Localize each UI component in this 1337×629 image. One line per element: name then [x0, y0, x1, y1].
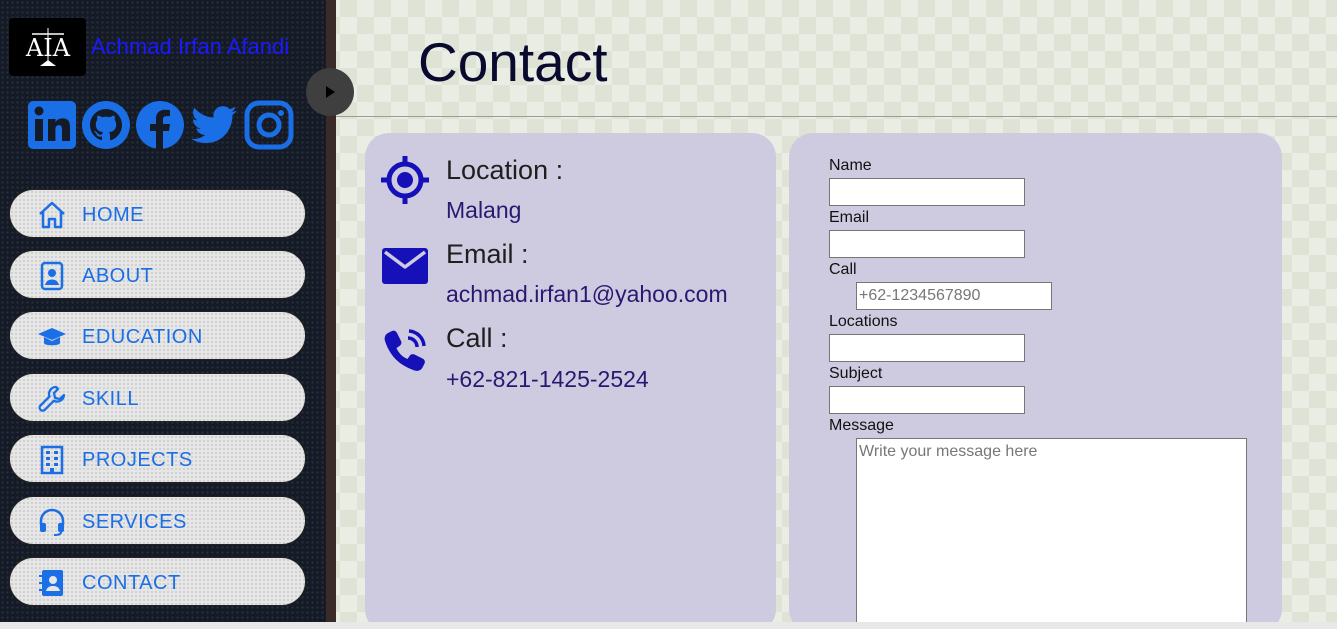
profile-icon — [37, 261, 67, 291]
location-heading: Location : — [446, 155, 564, 185]
linkedin-icon[interactable] — [27, 100, 77, 150]
sidebar-item-home[interactable]: HOME — [9, 189, 306, 238]
header-divider — [336, 116, 1337, 117]
location-value: Malang — [446, 197, 522, 223]
sidebar-item-education[interactable]: EDUCATION — [9, 311, 306, 360]
contact-form-card: Name Email Call Locations Subject Messag… — [789, 133, 1282, 629]
wrench-icon — [37, 384, 67, 414]
message-label: Message — [829, 417, 894, 434]
email-field[interactable] — [829, 230, 1025, 258]
envelope-icon — [380, 241, 430, 291]
sidebar-item-label: SERVICES — [82, 511, 187, 533]
sidebar-toggle-button[interactable] — [306, 68, 354, 116]
instagram-icon[interactable] — [244, 100, 294, 150]
page-title: Contact — [418, 31, 608, 93]
contact-info-card: Location : Malang Email : achmad.irfan1@… — [365, 133, 776, 629]
phone-link[interactable]: +62-821-1425-2524 — [446, 366, 649, 393]
sidebar-item-label: HOME — [82, 204, 144, 226]
subject-label: Subject — [829, 365, 883, 382]
github-icon[interactable] — [81, 100, 131, 150]
call-field[interactable] — [856, 282, 1052, 310]
sidebar-item-label: SKILL — [82, 388, 139, 410]
sidebar-item-label: EDUCATION — [82, 326, 203, 348]
crosshair-icon — [380, 155, 430, 205]
sidebar-item-projects[interactable]: PROJECTS — [9, 434, 306, 483]
facebook-icon[interactable] — [135, 100, 185, 150]
aia-logo-icon: AIA — [24, 28, 70, 66]
sidebar-item-label: CONTACT — [82, 572, 181, 594]
twitter-icon[interactable] — [189, 100, 239, 150]
graduation-cap-icon — [37, 322, 67, 352]
building-icon — [37, 445, 67, 475]
play-arrow-icon — [326, 86, 335, 98]
phone-icon — [380, 325, 430, 375]
email-heading: Email : — [446, 239, 529, 269]
sidebar-item-skill[interactable]: SKILL — [9, 373, 306, 422]
name-label: Name — [829, 157, 872, 174]
call-label: Call — [829, 261, 857, 278]
subject-field[interactable] — [829, 386, 1025, 414]
email-link[interactable]: achmad.irfan1@yahoo.com — [446, 281, 728, 308]
headset-icon — [37, 507, 67, 537]
brand-name[interactable]: Achmad Irfan Afandi — [91, 34, 289, 60]
sidebar-item-label: ABOUT — [82, 265, 154, 287]
sidebar-item-about[interactable]: ABOUT — [9, 250, 306, 299]
horizontal-scrollbar[interactable] — [0, 622, 1337, 629]
name-field[interactable] — [829, 178, 1025, 206]
contact-book-icon — [37, 568, 67, 598]
locations-label: Locations — [829, 313, 898, 330]
sidebar-item-services[interactable]: SERVICES — [9, 496, 306, 545]
brand-logo[interactable]: AIA — [9, 18, 86, 76]
sidebar-item-label: PROJECTS — [82, 449, 193, 471]
sidebar-item-contact[interactable]: CONTACT — [9, 557, 306, 606]
message-textarea[interactable] — [856, 438, 1247, 629]
email-label: Email — [829, 209, 870, 226]
locations-field[interactable] — [829, 334, 1025, 362]
sidebar: AIA Achmad Irfan Afandi HOME ABOUT EDUCA… — [0, 0, 326, 629]
call-heading: Call : — [446, 323, 508, 353]
home-icon — [37, 200, 67, 230]
